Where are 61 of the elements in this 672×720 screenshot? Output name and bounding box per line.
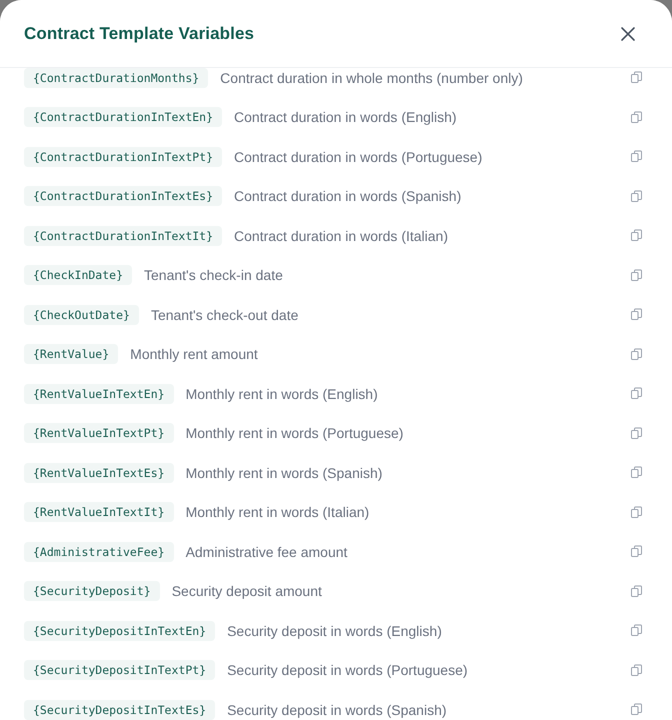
variable-description: Security deposit in words (English) <box>227 622 443 639</box>
copy-icon <box>630 506 643 519</box>
variable-tag: {RentValueInTextIt} <box>24 502 174 522</box>
variable-description: Contract duration in words (Italian) <box>234 228 450 244</box>
variable-tag: {SecurityDepositInTextPt} <box>24 660 216 680</box>
variable-description: Monthly rent in words (English) <box>186 386 379 402</box>
variable-description: Monthly rent amount <box>130 346 259 362</box>
variable-tag: {CheckInDate} <box>24 265 132 286</box>
copy-icon <box>630 308 643 322</box>
variable-tag: {ContractDurationMonths} <box>24 68 208 88</box>
close-icon <box>620 26 636 42</box>
variable-tag: {SecurityDeposit} <box>24 581 160 602</box>
variable-description: Contract duration in words (Portuguese) <box>234 148 484 165</box>
variable-description: Security deposit in words (Portuguese) <box>227 662 469 678</box>
variable-tag: {RentValueInTextPt} <box>24 423 174 444</box>
copy-button[interactable] <box>628 424 645 442</box>
variable-description: Contract duration in words (English) <box>234 109 458 126</box>
variable-description: Security deposit in words (Spanish) <box>227 702 448 718</box>
variable-tag: {ContractDurationInTextIt} <box>24 226 222 246</box>
variable-description: Monthly rent in words (Italian) <box>186 504 370 520</box>
variable-tag: {RentValue} <box>24 344 118 364</box>
variable-description: Contract duration in whole months (number only) <box>220 70 524 86</box>
copy-button[interactable] <box>628 662 645 679</box>
variable-tag: {RentValueInTextEn} <box>24 384 174 404</box>
copy-icon <box>630 268 643 282</box>
copy-icon <box>630 348 643 361</box>
variable-description: Monthly rent in words (Spanish) <box>186 464 384 481</box>
copy-icon <box>630 545 643 558</box>
copy-icon <box>630 110 643 124</box>
variable-tag: {CheckOutDate} <box>24 304 139 325</box>
variable-description: Security deposit amount <box>172 583 323 600</box>
copy-icon <box>630 624 643 638</box>
variable-tag: {RentValueInTextEs} <box>24 462 174 483</box>
copy-button[interactable] <box>628 188 645 205</box>
copy-icon <box>630 190 643 203</box>
copy-icon <box>630 150 643 164</box>
copy-button[interactable] <box>628 266 645 284</box>
variable-description: Tenant's check-in date <box>144 267 284 284</box>
dialog-title: Contract Template Variables <box>24 24 254 44</box>
copy-button[interactable] <box>628 582 645 600</box>
variable-tag: {ContractDurationInTextEn} <box>24 107 222 128</box>
variable-tag: {ContractDurationInTextPt} <box>24 146 222 167</box>
copy-icon <box>630 387 643 400</box>
copy-button[interactable] <box>628 346 645 363</box>
copy-icon <box>630 584 643 598</box>
variable-description: Monthly rent in words (Portuguese) <box>186 425 404 442</box>
copy-icon <box>630 664 643 677</box>
variable-tag: {SecurityDepositInTextEn} <box>24 620 216 641</box>
copy-icon <box>630 229 643 242</box>
copy-icon <box>630 703 643 716</box>
variable-description: Contract duration in words (Spanish) <box>234 188 462 204</box>
variable-description: Administrative fee amount <box>186 544 348 560</box>
copy-icon <box>630 426 643 440</box>
variable-tag: {AdministrativeFee} <box>24 542 174 562</box>
copy-button[interactable] <box>628 108 645 126</box>
copy-icon <box>630 466 643 480</box>
copy-icon <box>630 71 643 84</box>
copy-button[interactable] <box>628 504 645 521</box>
variable-description: Tenant's check-out date <box>150 306 300 323</box>
variable-tag: {ContractDurationInTextEs} <box>24 186 222 206</box>
variable-tag: {SecurityDepositInTextEs} <box>24 700 216 720</box>
